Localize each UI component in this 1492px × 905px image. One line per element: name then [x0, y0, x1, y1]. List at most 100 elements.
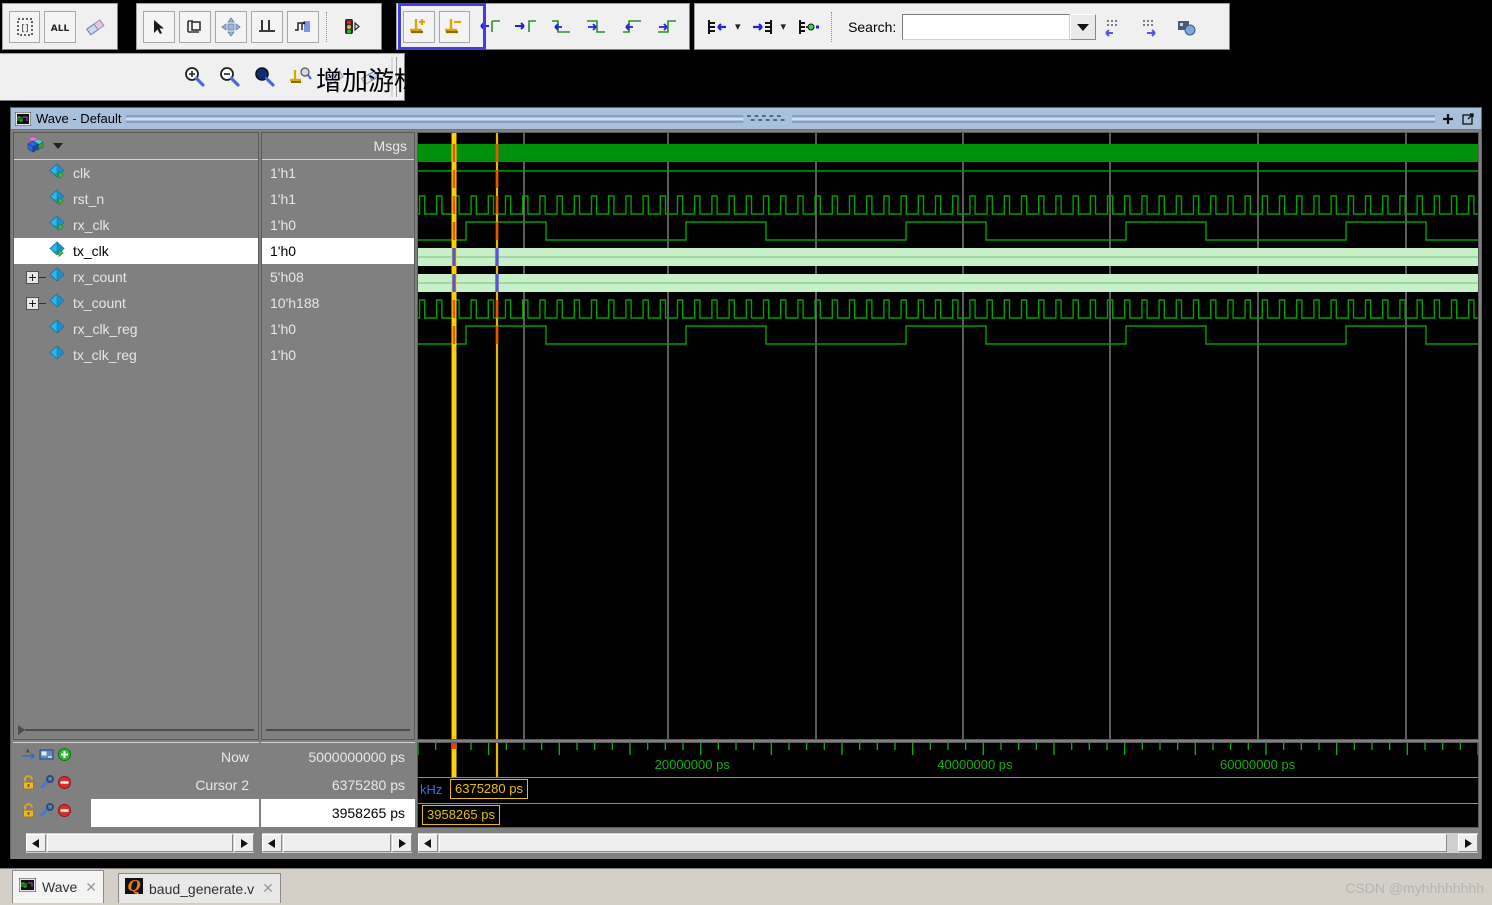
edit-mode-icon[interactable]: [251, 10, 283, 43]
remove-icon[interactable]: [57, 803, 72, 823]
timeline-pane[interactable]: 20000000 ps 40000000 ps 60000000 ps kHz 63…: [417, 742, 1479, 828]
find-next-transition-icon[interactable]: [510, 11, 542, 43]
signal-name-label: tx_clk: [73, 243, 109, 259]
timestamp-icon[interactable]: [39, 747, 54, 767]
pan-tool-icon[interactable]: [215, 10, 247, 43]
search-dropdown-button[interactable]: [1070, 13, 1097, 40]
values-scroll-track-bar[interactable]: [283, 834, 391, 852]
waveform-scroll-track[interactable]: [439, 834, 1457, 852]
pointer-tool-icon[interactable]: [143, 10, 175, 43]
tab-wave-close-icon[interactable]: ✕: [85, 879, 97, 896]
signal-row-tx_clk_reg[interactable]: tx_clk_reg: [14, 342, 258, 368]
signal-row-tx_count[interactable]: + tx_count: [14, 290, 258, 316]
cursor-row-cursor-2[interactable]: Cursor 2: [13, 771, 259, 799]
names-scroll-left-button[interactable]: [26, 834, 46, 852]
search-label: Search:: [848, 18, 897, 35]
cursor-row-now[interactable]: A Now: [13, 743, 259, 771]
expand-dropdown-arrow-icon[interactable]: ▾: [735, 20, 741, 33]
toolbar-group-cursors: [396, 3, 690, 50]
search-input-field[interactable]: [903, 14, 1070, 39]
breakpoint-icon[interactable]: [335, 11, 367, 43]
dock-window-button[interactable]: [1439, 109, 1457, 128]
zoom-region-icon[interactable]: [179, 10, 211, 43]
erase-icon[interactable]: [80, 11, 111, 43]
cursor-value-row-now[interactable]: 5000000000 ps: [261, 743, 415, 771]
expand-all-icon[interactable]: [792, 11, 824, 43]
wave-window: Wave - Default clk rst_n rx_clk tx_clk +…: [10, 107, 1482, 859]
lock-icon[interactable]: [21, 803, 36, 823]
tab-baud-generate-close-icon[interactable]: ✕: [262, 880, 274, 897]
zoom-cursor-icon[interactable]: [284, 61, 315, 93]
tab-baud-generate[interactable]: Q baud_generate.v ✕: [118, 873, 281, 903]
names-scroll-track[interactable]: [25, 729, 254, 731]
expand-signal-icon[interactable]: [701, 11, 733, 43]
names-pane-scrollbar[interactable]: [25, 832, 255, 854]
tab-wave[interactable]: Wave ✕: [12, 870, 105, 903]
waveform-scroll-left-button[interactable]: [418, 834, 438, 852]
signal-row-rx_count[interactable]: + rx_count: [14, 264, 258, 290]
objects-dropdown-icon[interactable]: [53, 143, 63, 149]
waveform-svg[interactable]: [418, 133, 1478, 739]
titlebar-grip[interactable]: [125, 112, 1435, 126]
names-scroll-thumb[interactable]: [18, 725, 25, 735]
waveform-scroll-thumb[interactable]: [439, 834, 1447, 852]
collapse-signal-icon[interactable]: [747, 11, 779, 43]
values-scroll-left-button[interactable]: [262, 834, 282, 852]
waveform-compare-icon[interactable]: [287, 10, 319, 43]
wrench-icon[interactable]: [39, 803, 54, 823]
names-scroll-track-bar[interactable]: [47, 834, 233, 852]
search-next-icon[interactable]: [1134, 11, 1166, 43]
wave-trace-rx_count: [418, 248, 1478, 266]
search-input[interactable]: [902, 13, 1071, 40]
timeline-ruler[interactable]: [418, 743, 1478, 827]
signal-row-rx_clk_reg[interactable]: rx_clk_reg: [14, 316, 258, 342]
names-scroll-thumb-bar[interactable]: [47, 834, 233, 852]
zoom-in-icon[interactable]: [178, 61, 209, 93]
find-previous-falling-edge-icon[interactable]: [545, 11, 577, 43]
values-scroll-thumb-bar[interactable]: [283, 834, 391, 852]
waveform-scroll-right-button[interactable]: [1458, 834, 1478, 852]
values-horizontal-scroll[interactable]: [262, 725, 414, 735]
values-scroll-right-button[interactable]: [392, 834, 412, 852]
expand-toggle-tx_count[interactable]: +: [26, 296, 39, 310]
lock-icon[interactable]: [21, 775, 36, 795]
select-region-icon[interactable]: []: [9, 10, 41, 43]
find-previous-rising-edge-icon[interactable]: [616, 11, 648, 43]
find-next-rising-edge-icon[interactable]: [652, 11, 684, 43]
msgs-column-header: Msgs: [262, 133, 414, 160]
names-horizontal-scroll[interactable]: [14, 725, 258, 735]
find-previous-transition-icon[interactable]: [474, 11, 506, 43]
select-all-icon[interactable]: ALL: [44, 10, 76, 43]
search-previous-icon[interactable]: [1098, 11, 1130, 43]
wave-window-title: Wave - Default: [36, 111, 122, 126]
search-options-icon[interactable]: [1170, 11, 1202, 43]
signal-row-tx_clk[interactable]: tx_clk: [14, 238, 258, 264]
undock-window-button[interactable]: [1459, 109, 1477, 128]
add-cursor-icon[interactable]: [57, 747, 72, 767]
zoom-out-icon[interactable]: [213, 61, 244, 93]
cursor-value-row-cursor-2[interactable]: 6375280 ps: [261, 771, 415, 799]
values-pane-scrollbar[interactable]: [261, 832, 413, 854]
signal-row-rst_n[interactable]: rst_n: [14, 186, 258, 212]
signal-row-clk[interactable]: clk: [14, 160, 258, 186]
expand-toggle-rx_count[interactable]: +: [26, 270, 39, 284]
wrench-icon[interactable]: [39, 775, 54, 795]
cursor3-time-flag[interactable]: 3958265 ps: [422, 805, 500, 825]
waveform-canvas[interactable]: [417, 132, 1479, 740]
remove-icon[interactable]: [57, 775, 72, 795]
names-scroll-right-button[interactable]: [234, 834, 254, 852]
cursor-row-cursor-3[interactable]: Cursor 3: [13, 799, 259, 827]
wave-trace-tx_count: [418, 274, 1478, 292]
values-scroll-track[interactable]: [266, 729, 410, 731]
now-marker-icon[interactable]: A: [21, 747, 36, 767]
collapse-dropdown-arrow-icon[interactable]: ▾: [781, 20, 787, 33]
find-next-falling-edge-icon[interactable]: [581, 11, 613, 43]
delete-cursor-icon[interactable]: [438, 10, 470, 43]
cursor-value-row-cursor-3[interactable]: 3958265 ps: [261, 799, 415, 827]
delete-cursor-annotation: 删除游标: [458, 67, 563, 97]
cursor2-time-flag[interactable]: 6375280 ps: [450, 779, 528, 799]
zoom-full-icon[interactable]: [249, 61, 280, 93]
signal-row-rx_clk[interactable]: rx_clk: [14, 212, 258, 238]
insert-cursor-icon[interactable]: [403, 10, 435, 43]
waveform-scrollbar[interactable]: [417, 832, 1479, 854]
